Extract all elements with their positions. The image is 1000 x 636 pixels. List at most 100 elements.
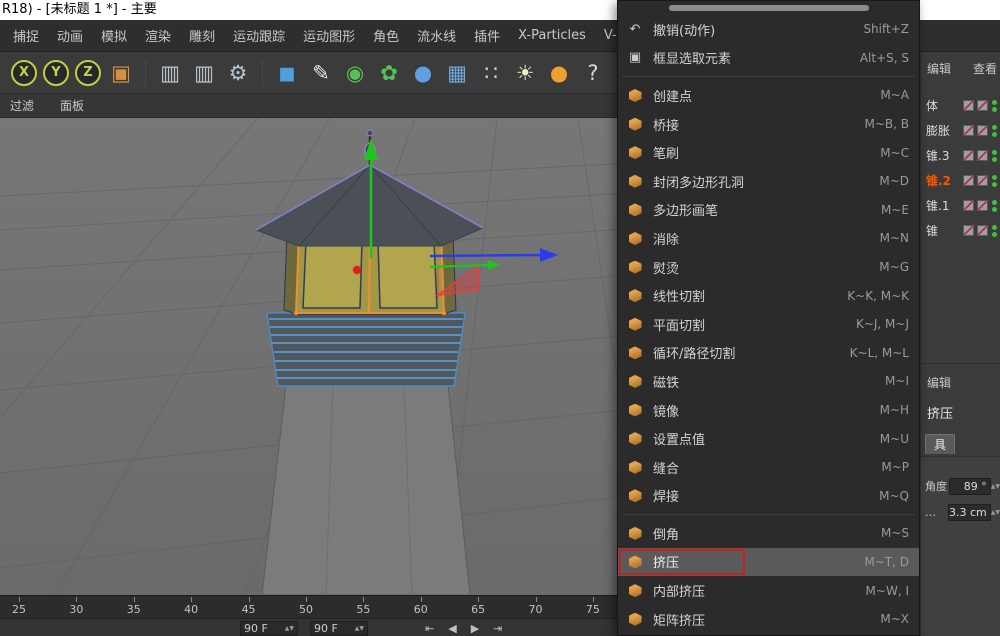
render-visibility-dot[interactable] xyxy=(992,132,997,137)
object-tag-icons[interactable] xyxy=(960,125,988,136)
gizmo-center-handle[interactable] xyxy=(353,266,361,274)
tag-icon[interactable] xyxy=(977,175,988,186)
tag-icon[interactable] xyxy=(977,100,988,111)
menu-item-frame-selection[interactable]: ▣框显选取元素Alt+S, S xyxy=(618,44,919,73)
menubar-item[interactable]: X-Particles xyxy=(509,28,595,43)
coordinate-system-icon[interactable]: ▣ xyxy=(105,57,137,89)
menu-item-plane-cut[interactable]: 平面切割K~J, M~J xyxy=(618,310,919,339)
frame-end-field[interactable]: 90 F ▲▼ xyxy=(310,621,368,636)
menu-item-bridge[interactable]: 桥接M~B, B xyxy=(618,110,919,139)
editor-visibility-dot[interactable] xyxy=(992,200,997,205)
field-angle-input[interactable]: 89 ° xyxy=(949,478,990,495)
object-row[interactable]: 锥.2 xyxy=(921,168,1000,193)
lock-x-button[interactable]: X xyxy=(11,60,37,86)
tool-tab[interactable]: 具 xyxy=(925,434,955,454)
menu-item-loop-path-cut[interactable]: 循环/路径切割K~L, M~L xyxy=(618,339,919,368)
tag-icon[interactable] xyxy=(963,175,974,186)
object-row[interactable]: 锥.3 xyxy=(921,143,1000,168)
spinner-arrows-icon[interactable]: ▲▼ xyxy=(991,510,1000,515)
menu-item-close-polygon-hole[interactable]: 封闭多边形孔洞M~D xyxy=(618,167,919,196)
light-icon[interactable]: ☀ xyxy=(509,57,541,89)
snap-dots-icon[interactable]: ∷ xyxy=(475,57,507,89)
attr-menu-edit[interactable]: 编辑 xyxy=(927,376,951,390)
menu-item-inner-extrude[interactable]: 内部挤压M~W, I xyxy=(618,576,919,605)
deformer-icon[interactable]: ● xyxy=(407,57,439,89)
object-row[interactable]: 膨胀 xyxy=(921,118,1000,143)
subdivision-surface-icon[interactable]: ◉ xyxy=(339,57,371,89)
menubar-item[interactable]: 角色 xyxy=(364,26,408,45)
go-to-end-button[interactable]: ⇥ xyxy=(493,622,502,635)
tag-icon[interactable] xyxy=(977,225,988,236)
editor-visibility-dot[interactable] xyxy=(992,100,997,105)
render-visibility-dot[interactable] xyxy=(992,157,997,162)
spinner-arrows-icon[interactable]: ▲▼ xyxy=(285,626,294,631)
menu-item-set-point-value[interactable]: 设置点值M~U xyxy=(618,424,919,453)
menubar-item[interactable]: 动画 xyxy=(48,26,92,45)
menu-item-mirror[interactable]: 镜像M~H xyxy=(618,396,919,425)
menu-item-weld[interactable]: 焊接M~Q xyxy=(618,482,919,511)
editor-visibility-dot[interactable] xyxy=(992,175,997,180)
tag-icon[interactable] xyxy=(963,200,974,211)
lock-y-button[interactable]: Y xyxy=(43,60,69,86)
sky-icon[interactable]: ● xyxy=(543,57,575,89)
context-menu-scrollbar[interactable] xyxy=(618,1,919,15)
visibility-dots[interactable] xyxy=(992,224,997,238)
render-picture-viewer-icon[interactable]: ▥ xyxy=(188,57,220,89)
primitive-cube-icon[interactable]: ◼ xyxy=(271,57,303,89)
menubar-item[interactable]: 流水线 xyxy=(408,26,465,45)
menubar-item[interactable]: 插件 xyxy=(465,26,509,45)
menu-item-bevel[interactable]: 倒角M~S xyxy=(618,519,919,548)
spline-pen-icon[interactable]: ✎ xyxy=(305,57,337,89)
om-menu-view[interactable]: 查看 xyxy=(973,60,997,77)
object-tag-icons[interactable] xyxy=(960,100,988,111)
menu-item-create-point[interactable]: 创建点M~A xyxy=(618,81,919,110)
mograph-icon[interactable]: ✿ xyxy=(373,57,405,89)
object-row[interactable]: 锥.1 xyxy=(921,193,1000,218)
visibility-dots[interactable] xyxy=(992,124,997,138)
menubar-item[interactable]: 渲染 xyxy=(136,26,180,45)
tag-icon[interactable] xyxy=(963,150,974,161)
menu-item-matrix-extrude[interactable]: 矩阵挤压M~X xyxy=(618,605,919,634)
go-to-start-button[interactable]: ⇤ xyxy=(425,622,434,635)
object-tag-icons[interactable] xyxy=(960,150,988,161)
om-menu-edit[interactable]: 编辑 xyxy=(927,60,951,77)
viewport-menu-panel[interactable]: 面板 xyxy=(60,97,84,114)
render-visibility-dot[interactable] xyxy=(992,182,997,187)
object-row[interactable]: 锥 xyxy=(921,218,1000,243)
visibility-dots[interactable] xyxy=(992,149,997,163)
menubar-item[interactable]: 雕刻 xyxy=(180,26,224,45)
object-row[interactable]: 体 xyxy=(921,93,1000,118)
menu-item-magnet[interactable]: 磁铁M~I xyxy=(618,367,919,396)
render-visibility-dot[interactable] xyxy=(992,232,997,237)
tag-icon[interactable] xyxy=(977,150,988,161)
tag-icon[interactable] xyxy=(963,100,974,111)
render-settings-icon[interactable]: ⚙ xyxy=(222,57,254,89)
visibility-dots[interactable] xyxy=(992,174,997,188)
previous-frame-button[interactable]: ◀ xyxy=(448,622,456,635)
field-offset-input[interactable]: 3.3 cm xyxy=(948,504,991,521)
tag-icon[interactable] xyxy=(977,125,988,136)
viewport-menu-filter[interactable]: 过滤 xyxy=(10,97,34,114)
visibility-dots[interactable] xyxy=(992,99,997,113)
frame-start-field[interactable]: 90 F ▲▼ xyxy=(240,621,298,636)
spinner-arrows-icon[interactable]: ▲▼ xyxy=(991,484,1000,489)
menu-item-undo[interactable]: ↶撤销(动作)Shift+Z xyxy=(618,15,919,44)
menu-item-line-cut[interactable]: 线性切割K~K, M~K xyxy=(618,281,919,310)
render-visibility-dot[interactable] xyxy=(992,207,997,212)
visibility-dots[interactable] xyxy=(992,199,997,213)
editor-visibility-dot[interactable] xyxy=(992,150,997,155)
menubar-item[interactable]: 运动跟踪 xyxy=(224,26,294,45)
help-icon[interactable]: ? xyxy=(577,57,609,89)
object-tag-icons[interactable] xyxy=(960,225,988,236)
lock-z-button[interactable]: Z xyxy=(75,60,101,86)
render-view-icon[interactable]: ▥ xyxy=(154,57,186,89)
editor-visibility-dot[interactable] xyxy=(992,125,997,130)
object-tag-icons[interactable] xyxy=(960,175,988,186)
menu-item-iron[interactable]: 熨烫M~G xyxy=(618,253,919,282)
menu-item-melt[interactable]: 消除M~N xyxy=(618,224,919,253)
spinner-arrows-icon[interactable]: ▲▼ xyxy=(355,626,364,631)
tag-icon[interactable] xyxy=(963,125,974,136)
tag-icon[interactable] xyxy=(963,225,974,236)
menu-item-polygon-pen[interactable]: 多边形画笔M~E xyxy=(618,196,919,225)
lattice-icon[interactable]: ▦ xyxy=(441,57,473,89)
